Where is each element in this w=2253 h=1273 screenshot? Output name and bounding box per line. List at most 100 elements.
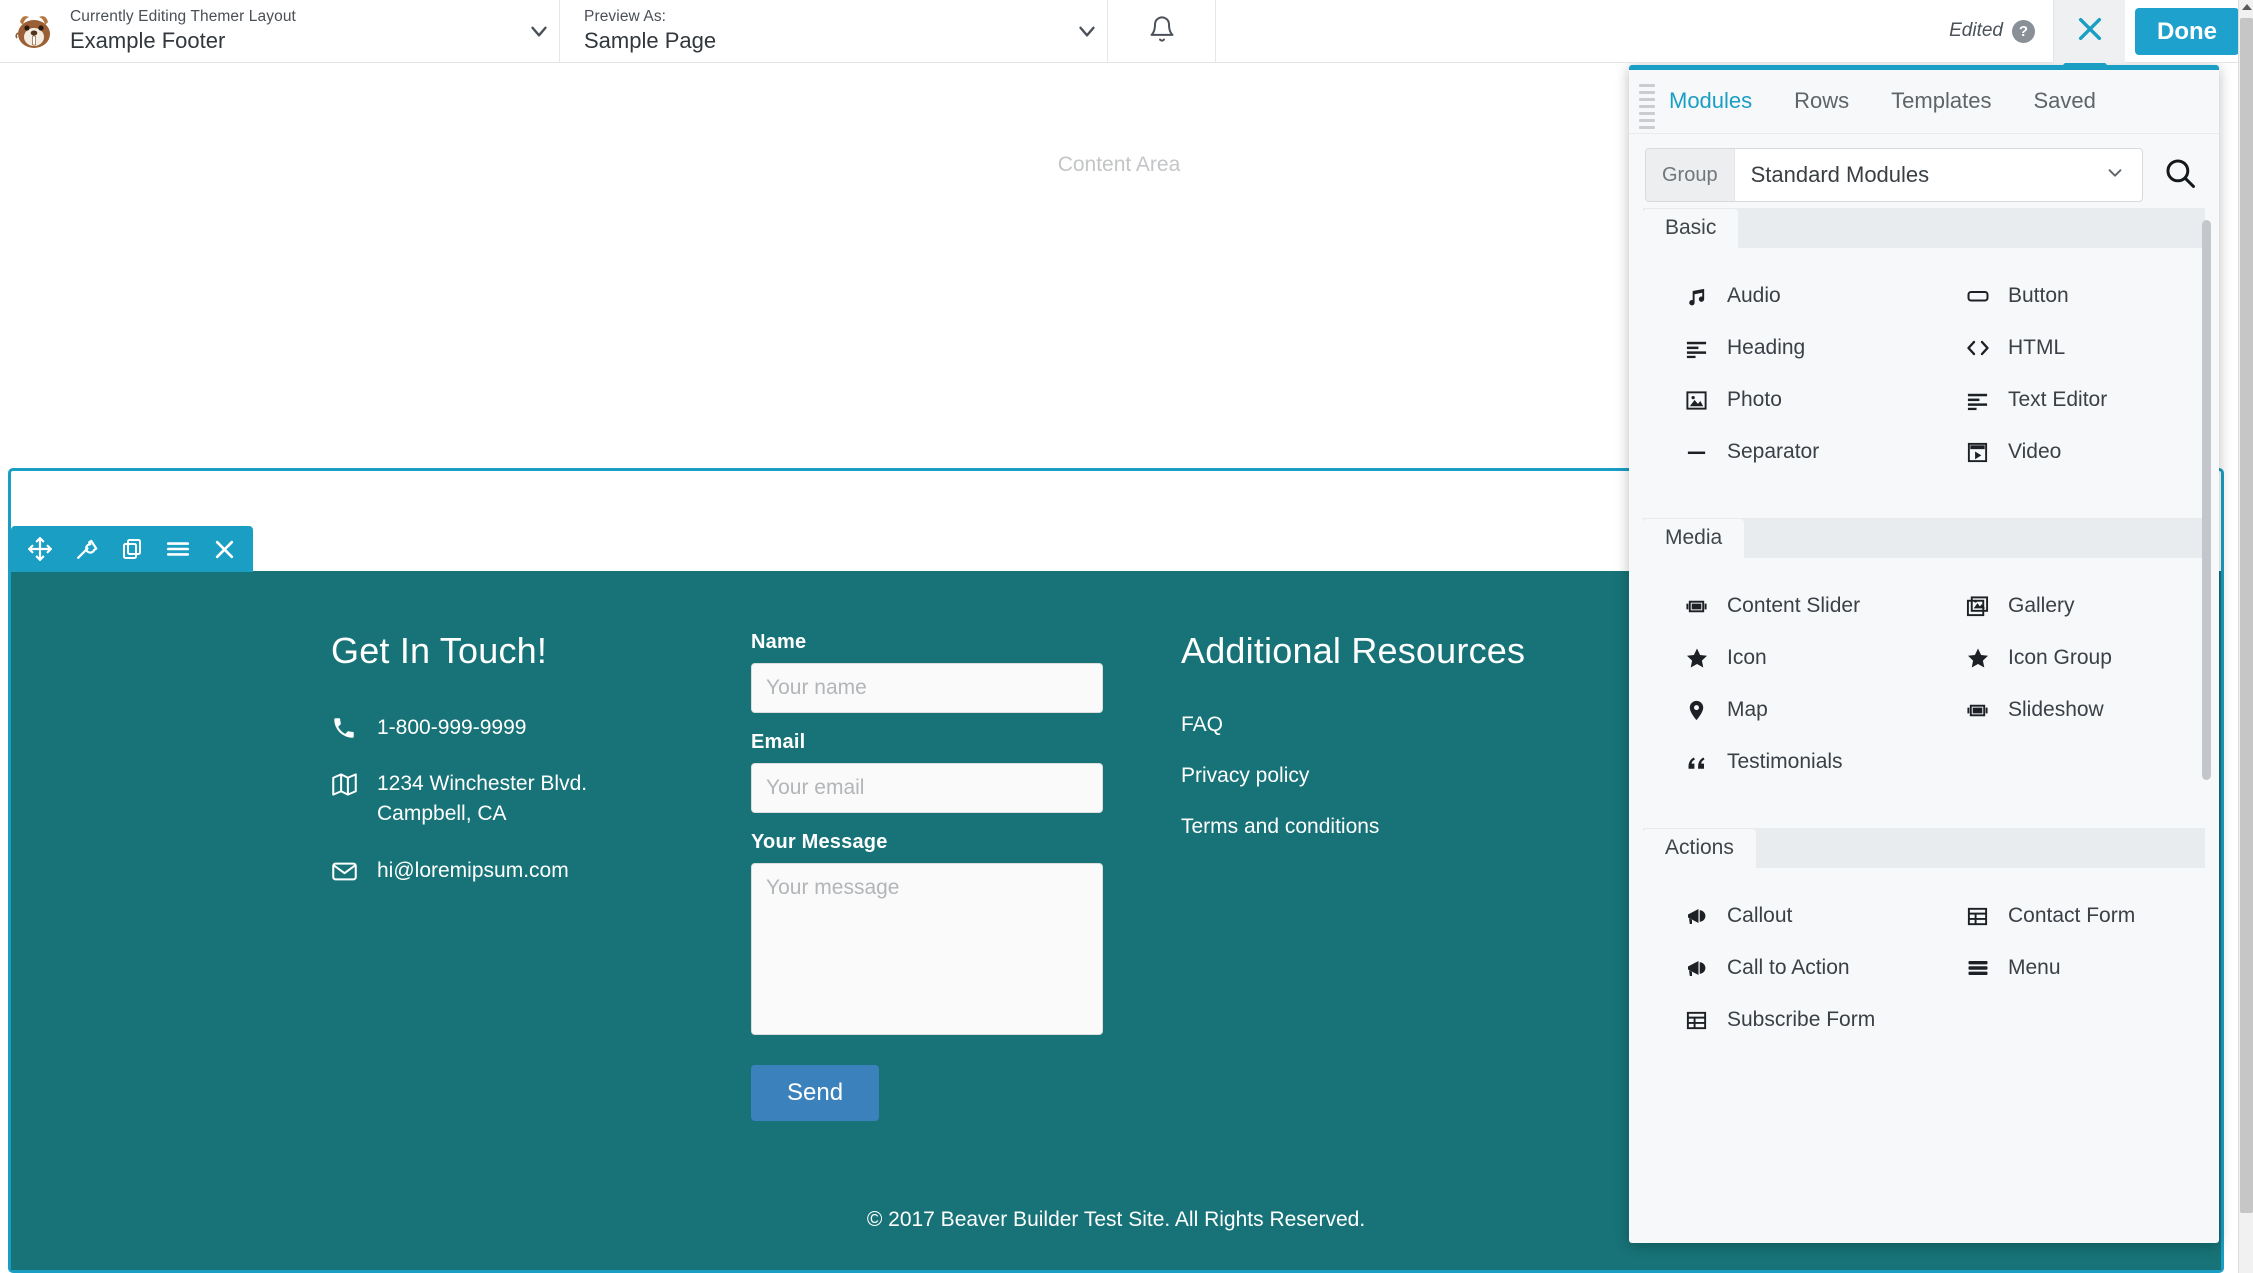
module-call-to-action[interactable]: Call to Action bbox=[1643, 942, 1924, 994]
group-select-value: Standard Modules bbox=[1750, 162, 1930, 187]
chevron-down-icon[interactable] bbox=[519, 18, 559, 44]
megaphone-icon bbox=[1685, 904, 1727, 928]
module-icon-group[interactable]: Icon Group bbox=[1924, 632, 2205, 684]
preview-as-value: Sample Page bbox=[584, 28, 717, 54]
module-menu[interactable]: Menu bbox=[1924, 942, 2205, 994]
module-icon[interactable]: Icon bbox=[1643, 632, 1924, 684]
module-text-editor[interactable]: Text Editor bbox=[1924, 374, 2205, 426]
module-subscribe-form[interactable]: Subscribe Form bbox=[1643, 994, 1924, 1046]
resource-link-faq[interactable]: FAQ bbox=[1181, 713, 1621, 737]
drag-handle-icon[interactable] bbox=[1639, 84, 1655, 133]
duplicate-icon[interactable] bbox=[109, 526, 155, 572]
email-field-label: Email bbox=[751, 731, 806, 753]
module-audio-label: Audio bbox=[1727, 284, 1781, 307]
heading-lines-icon bbox=[1685, 337, 1727, 360]
star-icon bbox=[1966, 646, 2008, 670]
contact-email-text: hi@loremipsum.com bbox=[377, 858, 569, 882]
notifications-button[interactable] bbox=[1108, 0, 1216, 62]
module-icon-group-label: Icon Group bbox=[2008, 646, 2112, 669]
star-icon bbox=[1685, 646, 1727, 670]
message-textarea[interactable] bbox=[751, 863, 1103, 1035]
slider-icon bbox=[1966, 699, 2008, 722]
module-slideshow[interactable]: Slideshow bbox=[1924, 684, 2205, 736]
footer-column-contact: Get In Touch! 1-800-999-9999 1234 Winche… bbox=[301, 631, 721, 1121]
editing-layout-group[interactable]: Currently Editing Themer Layout Example … bbox=[0, 0, 560, 62]
editing-layout-value: Example Footer bbox=[70, 28, 226, 54]
module-contact-form[interactable]: Contact Form bbox=[1924, 890, 2205, 942]
done-button[interactable]: Done bbox=[2135, 8, 2239, 55]
close-panel-button[interactable] bbox=[2053, 0, 2125, 63]
module-section-basic: Basic Audio Button Heading HTML Photo Te… bbox=[1643, 208, 2205, 498]
module-gallery-label: Gallery bbox=[2008, 594, 2075, 617]
module-video-label: Video bbox=[2008, 440, 2062, 463]
tab-rows[interactable]: Rows bbox=[1794, 88, 1849, 116]
module-menu-label: Menu bbox=[2008, 956, 2061, 979]
module-section-media: Media Content Slider Gallery Icon Icon G… bbox=[1643, 518, 2205, 808]
row-toolbar[interactable] bbox=[11, 526, 253, 572]
module-video[interactable]: Video bbox=[1924, 426, 2205, 478]
group-filter[interactable]: Group Standard Modules bbox=[1645, 148, 2143, 202]
resource-link-terms[interactable]: Terms and conditions bbox=[1181, 815, 1621, 839]
map-icon bbox=[331, 769, 377, 798]
module-call-to-action-label: Call to Action bbox=[1727, 956, 1850, 979]
module-contact-form-label: Contact Form bbox=[2008, 904, 2136, 927]
resource-link-privacy[interactable]: Privacy policy bbox=[1181, 764, 1621, 788]
quote-icon bbox=[1685, 750, 1727, 774]
module-audio[interactable]: Audio bbox=[1643, 270, 1924, 322]
slider-icon bbox=[1685, 595, 1727, 618]
tab-saved[interactable]: Saved bbox=[2033, 88, 2095, 116]
move-icon[interactable] bbox=[17, 526, 63, 572]
wrench-icon[interactable] bbox=[63, 526, 109, 572]
builder-panel: Modules Rows Templates Saved Group Stand… bbox=[1629, 65, 2219, 1243]
envelope-icon bbox=[331, 856, 377, 885]
contact-heading: Get In Touch! bbox=[331, 630, 548, 671]
admin-bar: Currently Editing Themer Layout Example … bbox=[0, 0, 2253, 63]
scroll-up-arrow-icon[interactable] bbox=[2242, 4, 2252, 10]
close-x-icon[interactable] bbox=[201, 526, 247, 572]
search-icon[interactable] bbox=[2157, 156, 2203, 195]
contact-address-text: 1234 Winchester Blvd. Campbell, CA bbox=[377, 772, 588, 826]
map-pin-icon bbox=[1685, 699, 1727, 722]
module-testimonials[interactable]: Testimonials bbox=[1643, 736, 1924, 788]
browser-scrollbar[interactable] bbox=[2238, 0, 2253, 1273]
module-content-slider[interactable]: Content Slider bbox=[1643, 580, 1924, 632]
module-gallery[interactable]: Gallery bbox=[1924, 580, 2205, 632]
message-field-label: Your Message bbox=[751, 831, 888, 853]
help-icon[interactable]: ? bbox=[2012, 19, 2035, 43]
modules-list[interactable]: Basic Audio Button Heading HTML Photo Te… bbox=[1629, 208, 2219, 1243]
module-photo[interactable]: Photo bbox=[1643, 374, 1924, 426]
menu-bars-icon bbox=[1966, 956, 2008, 980]
video-clapper-icon bbox=[1966, 441, 2008, 464]
group-select[interactable]: Standard Modules bbox=[1735, 161, 2142, 189]
browser-scrollbar-thumb[interactable] bbox=[2240, 18, 2253, 1213]
gallery-icon bbox=[1966, 595, 2008, 618]
preview-as-group[interactable]: Preview As: Sample Page bbox=[560, 0, 1108, 62]
module-map[interactable]: Map bbox=[1643, 684, 1924, 736]
tab-templates[interactable]: Templates bbox=[1891, 88, 1991, 116]
name-input[interactable] bbox=[751, 663, 1103, 713]
contact-line-email: hi@loremipsum.com bbox=[331, 856, 691, 886]
section-title-media: Media bbox=[1643, 519, 1745, 558]
panel-scrollbar[interactable] bbox=[2202, 220, 2211, 780]
chevron-down-icon[interactable] bbox=[1067, 18, 1107, 44]
code-brackets-icon bbox=[1966, 336, 2008, 360]
module-slideshow-label: Slideshow bbox=[2008, 698, 2104, 721]
email-input[interactable] bbox=[751, 763, 1103, 813]
module-separator[interactable]: Separator bbox=[1643, 426, 1924, 478]
module-html[interactable]: HTML bbox=[1924, 322, 2205, 374]
edited-status: Edited ? bbox=[1949, 0, 2053, 62]
contact-line-phone: 1-800-999-9999 bbox=[331, 713, 691, 743]
section-title-actions: Actions bbox=[1643, 829, 1756, 868]
hamburger-menu-icon[interactable] bbox=[155, 526, 201, 572]
module-callout[interactable]: Callout bbox=[1643, 890, 1924, 942]
module-text-editor-label: Text Editor bbox=[2008, 388, 2108, 411]
module-map-label: Map bbox=[1727, 698, 1768, 721]
tab-modules[interactable]: Modules bbox=[1669, 88, 1752, 116]
module-button[interactable]: Button bbox=[1924, 270, 2205, 322]
module-heading[interactable]: Heading bbox=[1643, 322, 1924, 374]
form-table-icon bbox=[1966, 905, 2008, 928]
module-heading-label: Heading bbox=[1727, 336, 1806, 359]
module-html-label: HTML bbox=[2008, 336, 2066, 359]
send-button[interactable]: Send bbox=[751, 1065, 880, 1121]
group-tag-label: Group bbox=[1646, 149, 1735, 201]
